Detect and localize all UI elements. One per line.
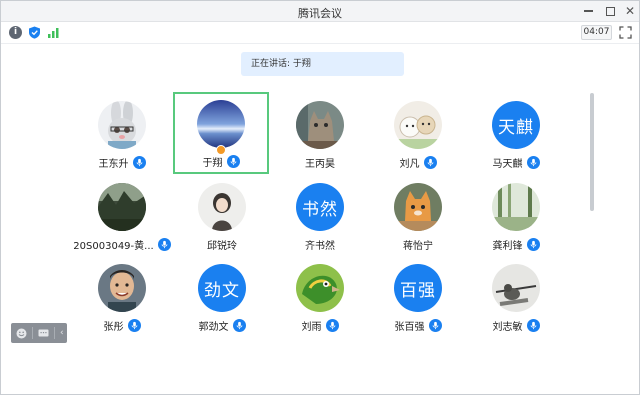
parrot-avatar: [296, 264, 344, 312]
participant-name: 齐书然: [305, 241, 335, 252]
initials-avatar: 百强: [394, 264, 442, 312]
participant-name: 王丙昊: [305, 159, 335, 170]
close-icon: ✕: [624, 4, 636, 18]
mic-icon[interactable]: [157, 238, 171, 251]
participant-tile[interactable]: 书然 齐书然: [272, 175, 368, 257]
participant-tile[interactable]: 蒋怡宁: [370, 175, 466, 257]
girl-illustration-avatar: [198, 183, 246, 231]
initials-avatar: 天麒: [492, 101, 540, 149]
initials-avatar: 劲文: [198, 264, 246, 312]
participant-name-row: 郭劲文: [174, 318, 270, 333]
participant-name-row: 于翔: [175, 154, 267, 169]
mic-icon[interactable]: [226, 155, 240, 168]
floating-control-panel[interactable]: ‹: [11, 323, 67, 343]
mic-icon[interactable]: [325, 319, 339, 332]
participant-name: 龚利锋: [492, 241, 523, 252]
participant-name-row: 20S003049-黄...: [71, 237, 173, 252]
panel-divider: [32, 327, 33, 339]
participant-name-row: 王丙昊: [272, 155, 368, 170]
participant-name-row: 刘志敏: [468, 318, 564, 333]
speaking-label: 正在讲话:: [251, 59, 291, 69]
blue-horizon-avatar: [197, 100, 245, 148]
participant-name-row: 刘凡: [370, 155, 466, 170]
mic-icon[interactable]: [127, 319, 141, 332]
forest-landscape-avatar: [98, 183, 146, 231]
participant-tile[interactable]: 百强 张百强: [370, 256, 466, 338]
soldier-sketch-avatar: [492, 264, 540, 312]
participant-name: 刘雨: [301, 322, 322, 333]
orange-cat-avatar: [394, 183, 442, 231]
mic-icon[interactable]: [526, 319, 540, 332]
participant-tile[interactable]: 王东升: [74, 93, 170, 175]
participant-tile[interactable]: 天麒 马天麒: [468, 93, 564, 175]
participant-tile[interactable]: 刘志敏: [468, 256, 564, 338]
mic-icon[interactable]: [526, 238, 540, 251]
participant-name-row: 张彤: [74, 318, 170, 333]
rabbit-cartoon-avatar: [98, 101, 146, 149]
speaking-name: 于翔: [292, 59, 311, 69]
maximize-icon: [605, 6, 615, 16]
active-participant-tile[interactable]: 于翔: [173, 92, 269, 174]
participant-tile[interactable]: 20S003049-黄...: [71, 175, 173, 257]
participant-name: 刘凡: [399, 159, 420, 170]
participant-name-row: 龚利锋: [468, 237, 564, 252]
participant-tile[interactable]: 王丙昊: [272, 93, 368, 175]
participant-name-row: 王东升: [74, 155, 170, 170]
minimize-icon: [583, 10, 593, 12]
participant-name-row: 马天麒: [468, 155, 564, 170]
participant-tile[interactable]: 邱锐玲: [174, 175, 270, 257]
signal-icon[interactable]: [47, 26, 60, 39]
participant-name-row: 蒋怡宁: [370, 237, 466, 252]
panel-divider: [54, 327, 55, 339]
initials-avatar: 书然: [296, 183, 344, 231]
participant-name: 王东升: [98, 159, 129, 170]
participant-name: 郭劲文: [198, 322, 229, 333]
participant-name: 张百强: [394, 322, 425, 333]
meeting-window: 腾讯会议 ✕ i 04:07 正在讲话: 于翔 王东升 于翔 王丙昊 刘凡 天麒…: [0, 0, 640, 395]
grid-scrollbar[interactable]: [590, 93, 594, 211]
participant-name-row: 邱锐玲: [174, 237, 270, 252]
meeting-toolbar: i 04:07: [1, 22, 639, 44]
mic-icon[interactable]: [132, 156, 146, 169]
minimize-button[interactable]: [579, 3, 597, 19]
title-bar[interactable]: 腾讯会议 ✕: [1, 1, 639, 22]
participant-name: 蒋怡宁: [403, 241, 433, 252]
participant-name: 张彤: [103, 322, 124, 333]
mic-icon[interactable]: [428, 319, 442, 332]
bamboo-scene-avatar: [492, 183, 540, 231]
participant-tile[interactable]: 张彤: [74, 256, 170, 338]
collapse-chevron-icon[interactable]: ‹: [60, 328, 64, 338]
chat-icon[interactable]: [38, 328, 49, 339]
participant-tile[interactable]: 刘雨: [272, 256, 368, 338]
emoji-icon[interactable]: [16, 328, 27, 339]
participant-tile[interactable]: 刘凡: [370, 93, 466, 175]
mic-icon[interactable]: [232, 319, 246, 332]
smiling-boy-avatar: [98, 264, 146, 312]
participant-name: 马天麒: [492, 159, 523, 170]
participant-tile[interactable]: 劲文 郭劲文: [174, 256, 270, 338]
participant-name-row: 刘雨: [272, 318, 368, 333]
cartoon-animals-avatar: [394, 101, 442, 149]
participant-tile[interactable]: 龚利锋: [468, 175, 564, 257]
participant-name: 于翔: [202, 158, 223, 169]
maximize-button[interactable]: [601, 3, 619, 19]
participant-name-row: 齐书然: [272, 237, 368, 252]
shield-icon[interactable]: [28, 26, 41, 39]
participant-name: 20S003049-黄...: [73, 241, 154, 252]
speaking-banner: 正在讲话: 于翔: [241, 52, 404, 76]
close-button[interactable]: ✕: [621, 3, 639, 19]
participant-name: 刘志敏: [492, 322, 523, 333]
info-icon[interactable]: i: [9, 26, 22, 39]
meeting-timer: 04:07: [581, 25, 612, 40]
cat-photo-avatar: [296, 101, 344, 149]
participant-name-row: 张百强: [370, 318, 466, 333]
mic-icon[interactable]: [526, 156, 540, 169]
mic-icon[interactable]: [423, 156, 437, 169]
window-title: 腾讯会议: [298, 7, 342, 20]
fullscreen-icon[interactable]: [619, 26, 632, 39]
participant-name: 邱锐玲: [207, 241, 237, 252]
